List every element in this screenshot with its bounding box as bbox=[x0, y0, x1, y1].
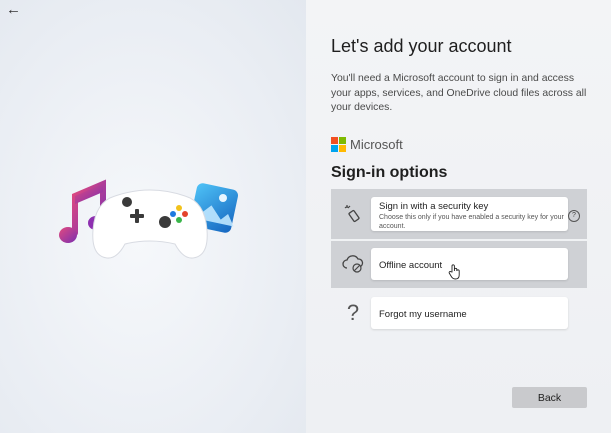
option-offline-account-label: Offline account bbox=[379, 260, 443, 271]
help-icon[interactable]: ? bbox=[568, 210, 580, 222]
hero-illustration bbox=[59, 179, 238, 259]
microsoft-logo: Microsoft bbox=[331, 137, 403, 152]
question-mark-icon: ? bbox=[346, 300, 360, 325]
microsoft-name: Microsoft bbox=[350, 137, 403, 152]
page-description: You'll need a Microsoft account to sign … bbox=[331, 73, 587, 113]
hand-cursor-icon bbox=[448, 264, 460, 280]
option-forgot-username-row[interactable]: ? Forgot my username bbox=[331, 294, 587, 334]
option-offline-account-card[interactable]: Offline account bbox=[371, 248, 568, 280]
microsoft-logo-icon bbox=[331, 137, 346, 152]
option-offline-account-row[interactable]: Offline account bbox=[331, 241, 587, 288]
option-forgot-username-card[interactable]: Forgot my username bbox=[371, 297, 568, 329]
cloud-offline-icon bbox=[341, 253, 365, 277]
page-title: Let's add your account bbox=[331, 36, 512, 56]
option-security-key-card[interactable]: Sign in with a security key Choose this … bbox=[371, 197, 568, 231]
signin-options-heading: Sign-in options bbox=[331, 164, 448, 181]
back-button[interactable]: Back bbox=[512, 387, 587, 408]
option-security-key-label: Sign in with a security key bbox=[379, 201, 489, 212]
option-security-key-row[interactable]: Sign in with a security key Choose this … bbox=[331, 189, 587, 239]
security-key-icon bbox=[341, 202, 365, 226]
game-controller-icon bbox=[92, 189, 208, 259]
option-forgot-username-label: Forgot my username bbox=[379, 309, 467, 320]
back-arrow-icon[interactable]: ← bbox=[6, 2, 22, 18]
option-security-key-sublabel: Choose this only if you have enabled a s… bbox=[379, 214, 564, 230]
